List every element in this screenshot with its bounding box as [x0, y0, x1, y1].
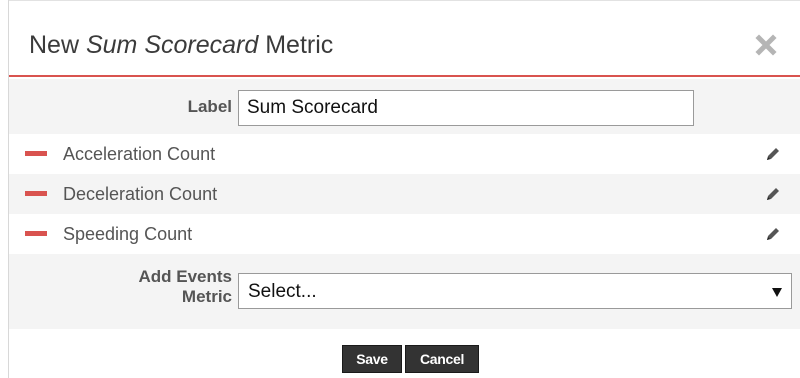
dialog-top-border [9, 0, 800, 13]
title-prefix: New [29, 31, 86, 59]
label-row: Label [9, 79, 800, 134]
save-button[interactable]: Save [342, 345, 402, 373]
dialog-body: Label Acceleration Count Deceleration Co… [9, 79, 800, 378]
metric-name: Acceleration Count [63, 144, 216, 164]
cancel-button[interactable]: Cancel [405, 345, 479, 373]
title-metric-type: Sum Scorecard [85, 31, 259, 59]
label-input[interactable] [238, 90, 694, 126]
minus-icon[interactable] [25, 231, 47, 236]
metric-row: Deceleration Count [9, 174, 800, 214]
add-events-label-line2: Metric [181, 287, 232, 306]
minus-icon[interactable] [25, 151, 47, 156]
add-events-metric-select[interactable]: Select... [238, 273, 792, 309]
minus-icon[interactable] [25, 191, 47, 196]
new-metric-dialog: New Sum Scorecard Metric Label Accelerat… [8, 0, 800, 378]
metric-row: Speeding Count [9, 214, 800, 254]
title-suffix: Metric [258, 31, 334, 59]
select-value: Select... [248, 281, 317, 302]
add-events-metric-row: Add Events Metric Select... [9, 254, 800, 324]
add-events-metric-label: Add Events Metric [138, 267, 232, 307]
pencil-icon[interactable] [764, 225, 782, 243]
pencil-icon[interactable] [764, 145, 782, 163]
label-field-label: Label [187, 97, 232, 116]
metric-name: Deceleration Count [63, 184, 218, 204]
dialog-header: New Sum Scorecard Metric [9, 13, 800, 77]
dialog-title: New Sum Scorecard Metric [29, 31, 333, 60]
dropdown-arrow-icon [772, 288, 782, 297]
metric-name: Speeding Count [63, 224, 193, 244]
dialog-footer: Save Cancel [9, 329, 800, 378]
add-events-label-line1: Add Events [138, 267, 232, 286]
pencil-icon[interactable] [764, 185, 782, 203]
close-icon[interactable] [754, 33, 778, 57]
metric-list: Acceleration Count Deceleration Count Sp… [9, 134, 800, 254]
metric-row: Acceleration Count [9, 134, 800, 174]
